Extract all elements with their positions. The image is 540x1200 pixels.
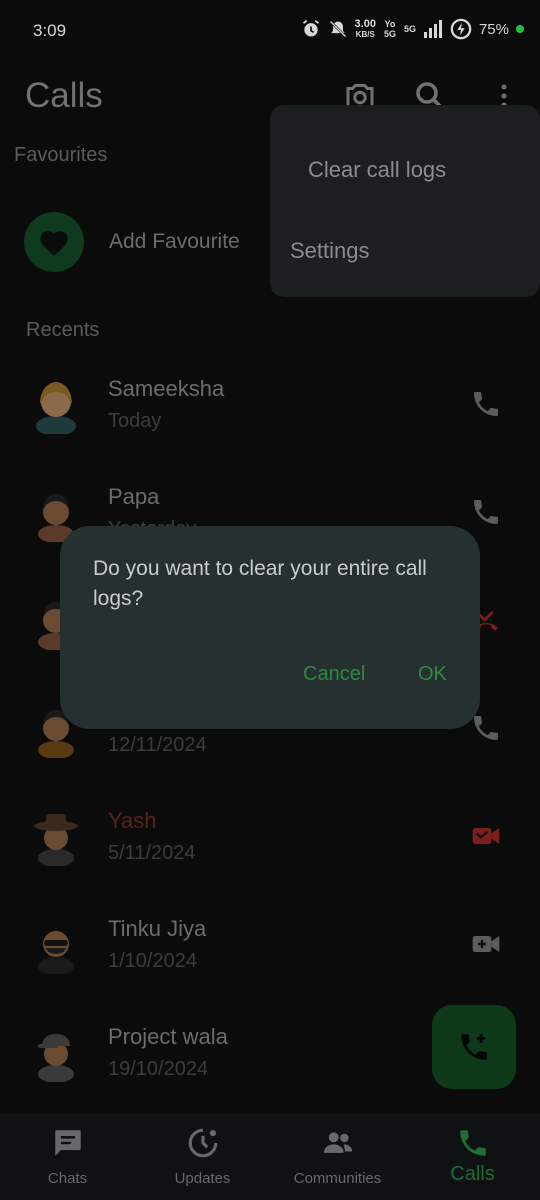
phone-icon <box>474 500 498 524</box>
page-title: Calls <box>25 76 103 115</box>
voice-call-button[interactable] <box>470 496 502 528</box>
menu-item-label: Settings <box>290 238 370 263</box>
favourites-heading: Favourites <box>14 144 108 166</box>
calls-icon <box>459 1130 486 1156</box>
video-call-button[interactable] <box>470 928 502 960</box>
avatar <box>28 374 84 436</box>
video-call-icon <box>472 936 500 952</box>
clear-call-logs-dialog: Do you want to clear your entire call lo… <box>60 526 480 729</box>
bottom-navigation: Chats Updates Communities Calls <box>0 1113 540 1200</box>
call-row[interactable]: Tinku Jiya 1/10/2024 <box>0 904 540 1012</box>
nav-calls[interactable]: Calls <box>405 1113 540 1200</box>
voice-call-button[interactable] <box>470 388 502 420</box>
nav-chats[interactable]: Chats <box>0 1113 135 1200</box>
menu-item-settings[interactable]: Settings <box>270 216 540 286</box>
net-speed: 3.00 KB/S <box>354 17 376 39</box>
call-date: 12/11/2024 <box>108 734 207 756</box>
volte-label: Yo 5G <box>383 19 396 39</box>
overflow-menu: Clear call logs Settings <box>270 105 540 297</box>
avatar <box>28 1022 84 1083</box>
phone-icon <box>474 392 498 416</box>
network-label: 5G <box>403 24 416 34</box>
chat-icon <box>54 1130 81 1156</box>
menu-item-clear-call-logs[interactable]: Clear call logs <box>270 135 540 205</box>
call-date: 5/11/2024 <box>108 842 196 864</box>
call-date: Today <box>108 410 162 432</box>
status-icons: 3.00 KB/S Yo 5G 5G 75% <box>301 18 524 40</box>
battery-percent: 75% <box>478 20 509 38</box>
missed-video-call-icon <box>472 828 500 844</box>
contact-name: Sameeksha <box>108 376 225 401</box>
battery-charging-icon <box>450 18 472 40</box>
heart-icon <box>40 231 68 256</box>
phone-icon <box>474 716 498 740</box>
nav-updates[interactable]: Updates <box>135 1113 270 1200</box>
nav-label: Updates <box>174 1170 231 1187</box>
call-date: 1/10/2024 <box>108 950 197 972</box>
signal-icon <box>423 20 442 38</box>
add-call-icon <box>461 1034 487 1060</box>
call-date: 19/10/2024 <box>108 1058 209 1080</box>
add-favourite-button[interactable]: Add Favourite <box>24 212 240 272</box>
dialog-message: Do you want to clear your entire call lo… <box>93 557 427 610</box>
alarm-icon <box>302 20 319 37</box>
new-call-button[interactable] <box>432 1005 516 1089</box>
nav-label: Communities <box>293 1170 382 1187</box>
avatar <box>28 914 84 975</box>
status-time: 3:09 <box>33 21 67 40</box>
contact-name: Papa <box>108 484 160 509</box>
call-row[interactable]: Sameeksha Today <box>0 364 540 472</box>
mute-bell-icon <box>329 20 346 38</box>
voice-call-button[interactable] <box>470 712 502 744</box>
ok-button[interactable]: OK <box>418 663 447 686</box>
nav-label: Calls <box>450 1163 495 1185</box>
contact-name: Yash <box>108 808 157 833</box>
privacy-dot <box>516 25 524 33</box>
updates-icon <box>188 1128 217 1158</box>
communities-icon <box>323 1132 352 1153</box>
missed-video-call-button[interactable] <box>470 820 502 852</box>
cancel-button[interactable]: Cancel <box>303 663 365 686</box>
add-favourite-label: Add Favourite <box>109 230 240 253</box>
avatar <box>28 806 84 867</box>
nav-communities[interactable]: Communities <box>270 1113 405 1200</box>
recents-heading: Recents <box>26 319 100 341</box>
contact-name: Project wala <box>108 1024 228 1049</box>
nav-label: Chats <box>47 1170 88 1187</box>
call-row[interactable]: Yash 5/11/2024 <box>0 796 540 904</box>
status-bar: 3:09 3.00 KB/S Yo 5G 5G 75% <box>0 0 540 62</box>
favourite-avatar <box>24 212 84 272</box>
contact-name: Tinku Jiya <box>108 916 207 941</box>
menu-item-label: Clear call logs <box>308 157 447 182</box>
